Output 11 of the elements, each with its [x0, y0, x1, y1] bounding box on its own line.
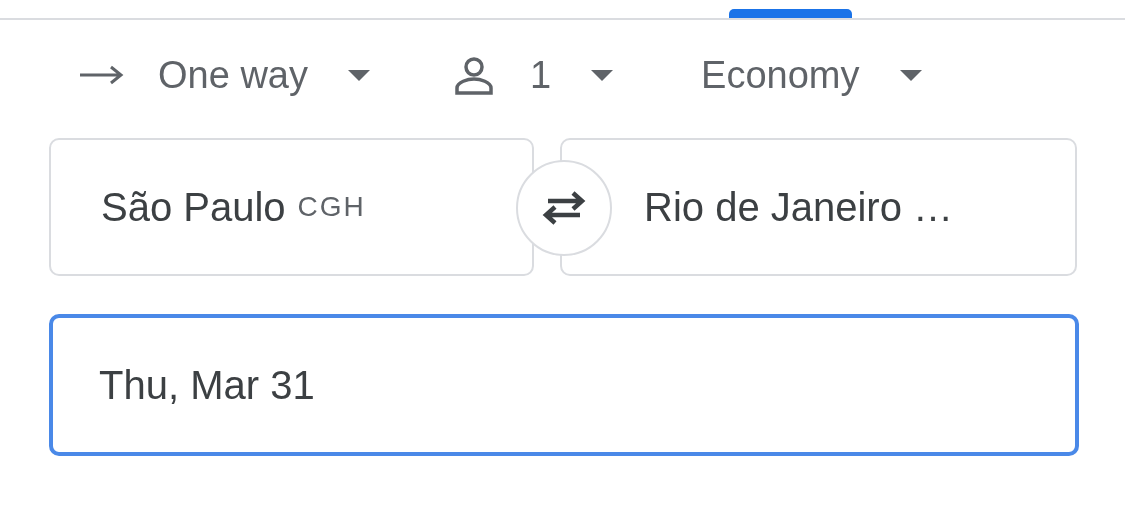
caret-icon — [591, 69, 614, 81]
trip-type-dropdown[interactable]: One way — [80, 53, 370, 97]
passengers-dropdown[interactable]: 1 — [453, 53, 614, 97]
date-field[interactable]: Thu, Mar 31 — [49, 314, 1079, 456]
person-icon — [453, 55, 494, 95]
origin-field[interactable]: São Paulo CGH — [49, 138, 534, 276]
swap-icon — [542, 190, 586, 226]
caret-icon — [899, 69, 922, 81]
caret-icon — [347, 69, 370, 81]
arrow-right-icon — [80, 65, 126, 85]
cabin-class-dropdown[interactable]: Economy — [701, 53, 922, 97]
